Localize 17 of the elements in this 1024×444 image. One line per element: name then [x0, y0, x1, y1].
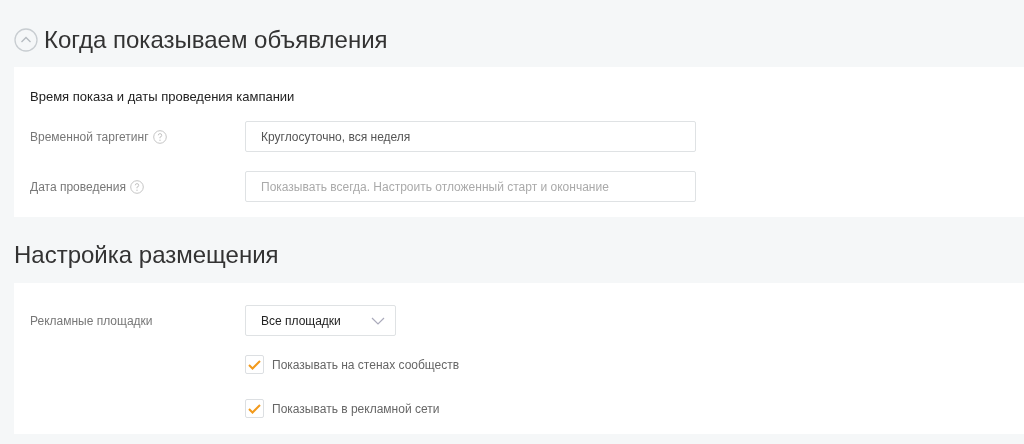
subsection-title: Время показа и даты проведения кампании	[30, 89, 296, 105]
input-field[interactable]: Круглосуточно, вся неделя	[245, 121, 696, 152]
platform-dropdown[interactable]: Все площадки	[245, 305, 396, 336]
field-label: Рекламные площадки	[30, 312, 153, 330]
section-title: Настройка размещения	[14, 240, 279, 270]
section-title: Когда показываем объявления	[44, 25, 388, 55]
checkbox-label[interactable]: Показывать в рекламной сети	[272, 399, 440, 418]
help-icon[interactable]	[152, 129, 167, 144]
collapse-icon[interactable]	[14, 28, 38, 52]
checkbox[interactable]	[245, 355, 264, 374]
checkbox-label[interactable]: Показывать на стенах сообществ	[272, 355, 460, 374]
help-icon[interactable]	[129, 179, 144, 194]
field-label: Временной таргетинг	[30, 128, 149, 146]
checkbox[interactable]	[245, 399, 264, 418]
chevron-down-icon	[371, 316, 385, 325]
input-field[interactable]: Показывать всегда. Настроить отложенный старт и окончание	[245, 171, 696, 202]
field-label: Дата проведения	[30, 178, 126, 196]
